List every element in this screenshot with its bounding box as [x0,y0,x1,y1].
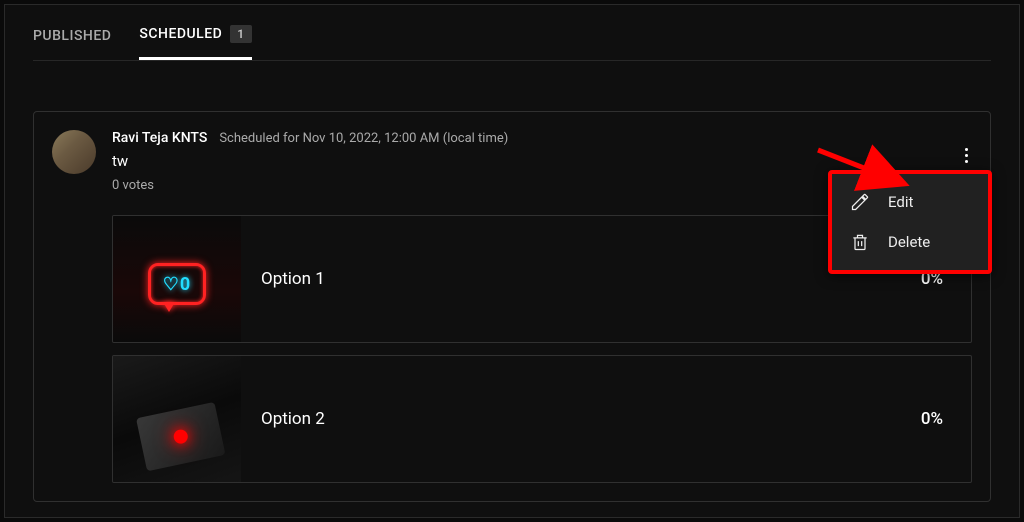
avatar [52,130,96,174]
tabs-bar: PUBLISHED SCHEDULED 1 [33,25,991,61]
post-title: tw [112,152,508,170]
tab-scheduled[interactable]: SCHEDULED 1 [139,25,251,60]
trash-icon [850,232,870,252]
neon-text: ♡0 [163,274,191,295]
option-percentage: 0% [921,409,943,429]
menu-label: Edit [888,193,913,211]
more-options-button[interactable] [959,142,974,169]
option-thumbnail: ♡0 [113,215,241,343]
option-label: Option 1 [261,269,901,289]
more-vert-icon [965,148,968,163]
schedule-text: Scheduled for Nov 10, 2022, 12:00 AM (lo… [219,131,508,146]
vote-count: 0 votes [112,178,508,193]
post-card: Ravi Teja KNTS Scheduled for Nov 10, 202… [33,111,991,502]
scheduled-count-badge: 1 [230,25,251,43]
menu-item-delete[interactable]: Delete [832,222,988,262]
poll-option[interactable]: Option 2 0% [112,355,972,483]
author-name: Ravi Teja KNTS [112,130,207,146]
tab-label: PUBLISHED [33,28,111,44]
pencil-icon [850,192,870,212]
option-thumbnail [113,355,241,483]
tab-published[interactable]: PUBLISHED [33,25,111,60]
menu-item-edit[interactable]: Edit [832,182,988,222]
menu-label: Delete [888,233,930,251]
option-label: Option 2 [261,409,901,429]
context-menu: Edit Delete [828,170,992,274]
tab-label: SCHEDULED [139,26,222,42]
